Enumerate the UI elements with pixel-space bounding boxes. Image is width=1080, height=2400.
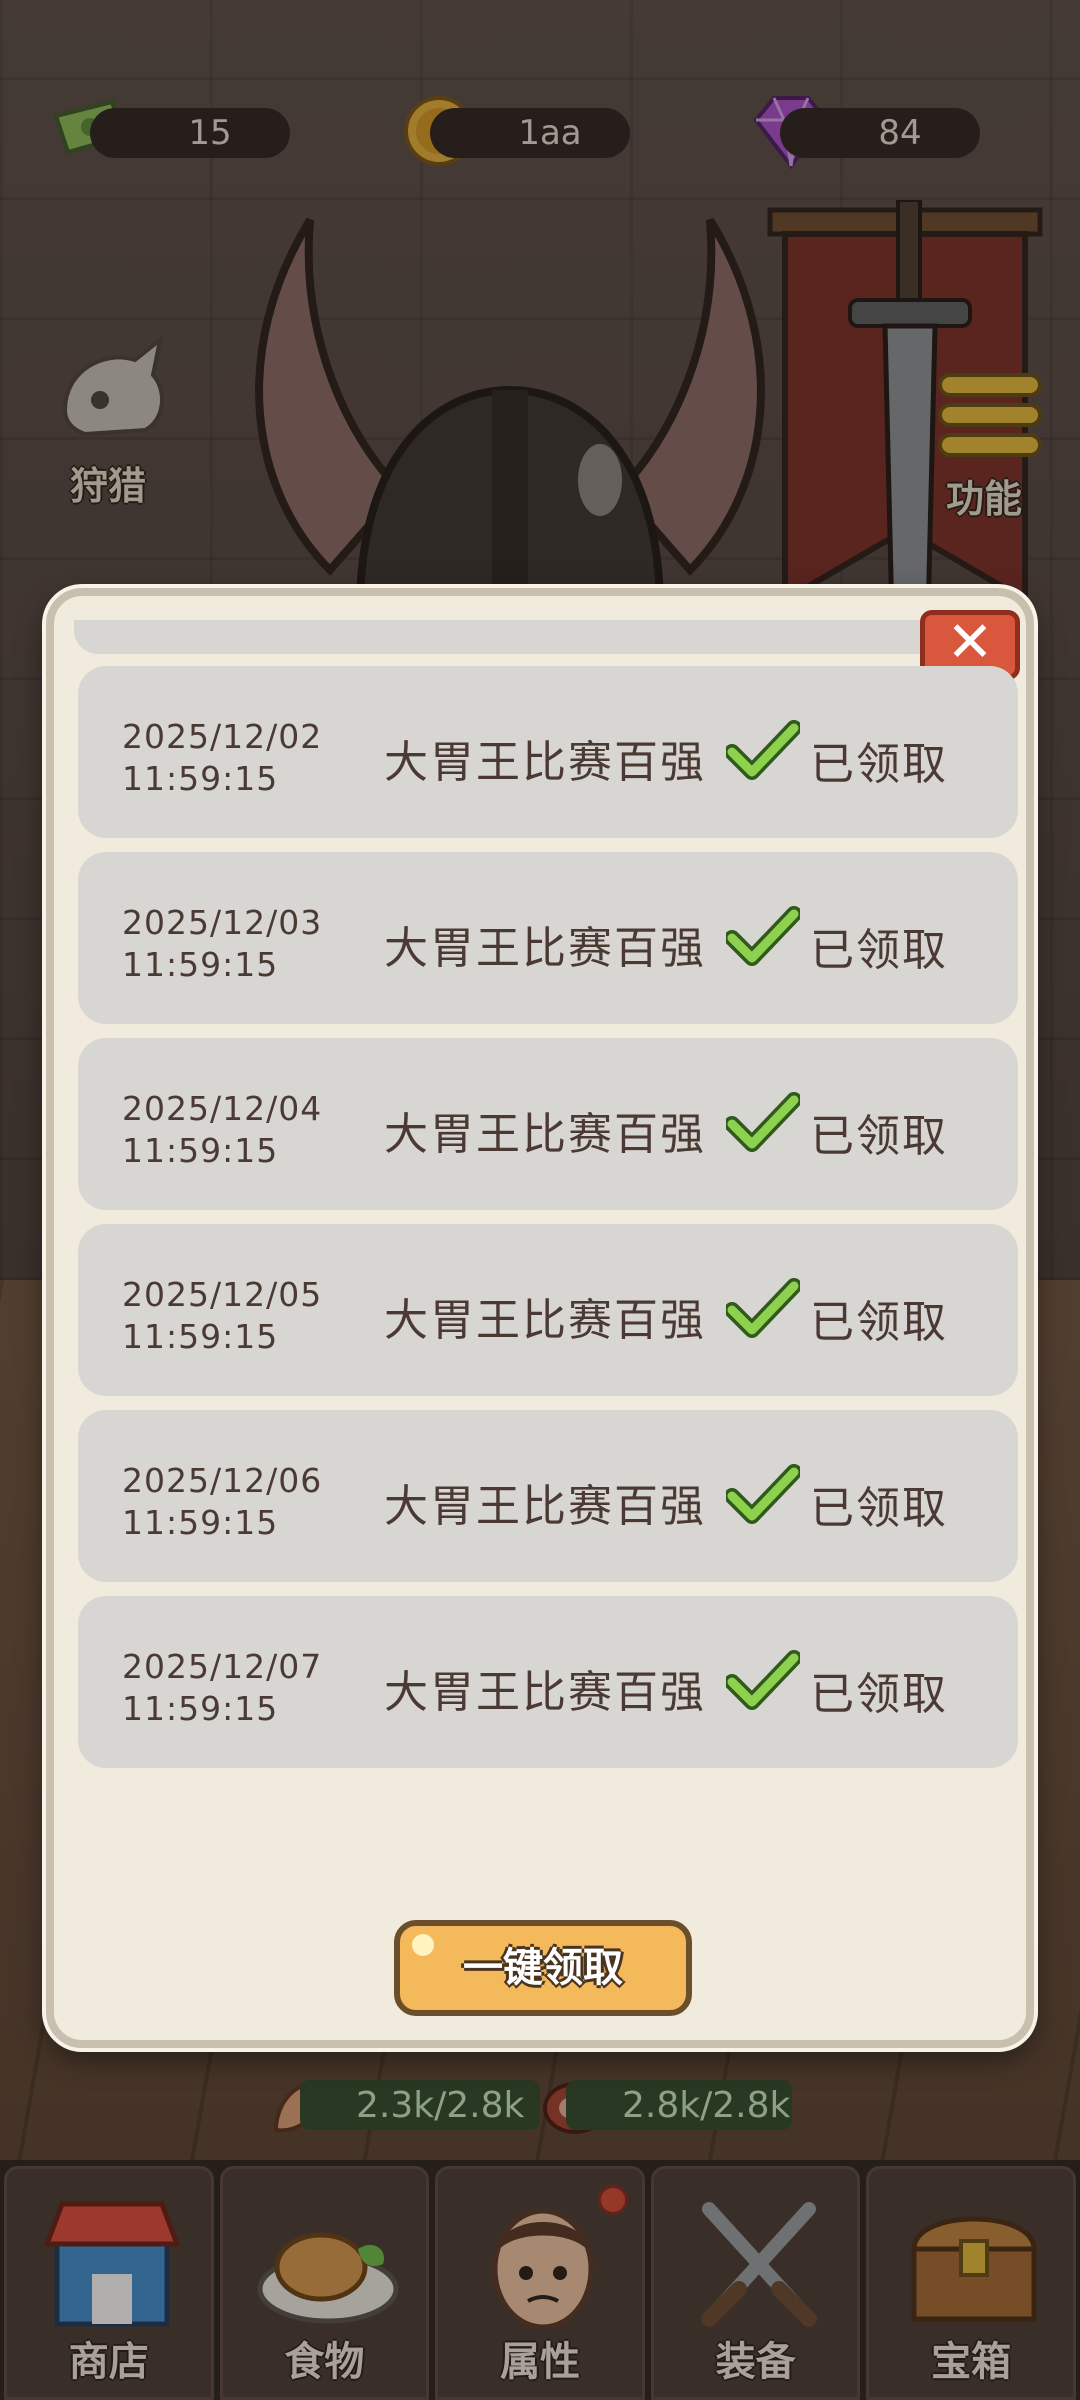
list-item: 2025/12/03 11:59:15 大胃王比赛百强 已领取: [78, 852, 1018, 1024]
reward-title: 大胃王比赛百强: [384, 737, 706, 788]
reward-datetime: 2025/12/04 11:59:15: [122, 1088, 322, 1172]
reward-list: 2025/12/02 11:59:15 大胃王比赛百强 已领取 2025/12/…: [78, 666, 1018, 1782]
dialog-header-strip: [74, 620, 1014, 654]
list-item: 2025/12/02 11:59:15 大胃王比赛百强 已领取: [78, 666, 1018, 838]
reward-title: 大胃王比赛百强: [384, 923, 706, 974]
reward-datetime: 2025/12/06 11:59:15: [122, 1460, 322, 1544]
check-icon: [726, 720, 800, 780]
reward-status: 已领取: [810, 1483, 948, 1534]
reward-date: 2025/12/06: [122, 1461, 323, 1500]
claim-all-label: 一键领取: [463, 1945, 623, 1991]
reward-date: 2025/12/07: [122, 1647, 323, 1686]
reward-status: 已领取: [810, 1111, 948, 1162]
reward-title: 大胃王比赛百强: [384, 1295, 706, 1346]
reward-time: 11:59:15: [122, 759, 279, 798]
reward-status: 已领取: [810, 1297, 948, 1348]
claim-all-button[interactable]: 一键领取: [394, 1920, 692, 2016]
reward-status: 已领取: [810, 739, 948, 790]
reward-datetime: 2025/12/02 11:59:15: [122, 716, 322, 800]
reward-history-dialog: ✕ 2025/12/02 11:59:15 大胃王比赛百强 已领取 2025/1…: [46, 588, 1034, 2048]
reward-datetime: 2025/12/03 11:59:15: [122, 902, 322, 986]
check-icon: [726, 1650, 800, 1710]
check-icon: [726, 906, 800, 966]
reward-date: 2025/12/03: [122, 903, 323, 942]
list-item: 2025/12/07 11:59:15 大胃王比赛百强 已领取: [78, 1596, 1018, 1768]
reward-status: 已领取: [810, 925, 948, 976]
reward-datetime: 2025/12/05 11:59:15: [122, 1274, 322, 1358]
reward-title: 大胃王比赛百强: [384, 1481, 706, 1532]
check-icon: [726, 1092, 800, 1152]
reward-title: 大胃王比赛百强: [384, 1109, 706, 1160]
check-icon: [726, 1278, 800, 1338]
list-item: 2025/12/04 11:59:15 大胃王比赛百强 已领取: [78, 1038, 1018, 1210]
reward-date: 2025/12/02: [122, 717, 323, 756]
reward-date: 2025/12/04: [122, 1089, 323, 1128]
reward-time: 11:59:15: [122, 945, 279, 984]
reward-time: 11:59:15: [122, 1317, 279, 1356]
list-item: 2025/12/05 11:59:15 大胃王比赛百强 已领取: [78, 1224, 1018, 1396]
check-icon: [726, 1464, 800, 1524]
reward-time: 11:59:15: [122, 1131, 279, 1170]
reward-datetime: 2025/12/07 11:59:15: [122, 1646, 322, 1730]
button-shine: [412, 1934, 434, 1956]
list-item: 2025/12/06 11:59:15 大胃王比赛百强 已领取: [78, 1410, 1018, 1582]
reward-time: 11:59:15: [122, 1503, 279, 1542]
reward-time: 11:59:15: [122, 1689, 279, 1728]
reward-status: 已领取: [810, 1669, 948, 1720]
reward-title: 大胃王比赛百强: [384, 1667, 706, 1718]
reward-date: 2025/12/05: [122, 1275, 323, 1314]
